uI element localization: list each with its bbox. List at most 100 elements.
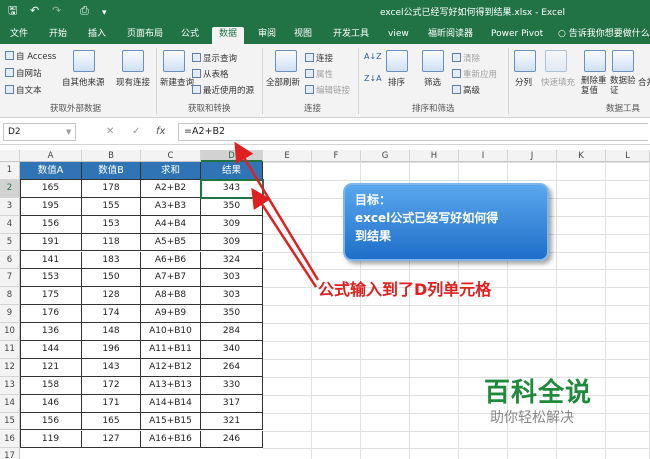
clear-button[interactable]: 清除 — [452, 52, 480, 64]
table-cell[interactable]: 144 — [20, 341, 82, 359]
table-cell[interactable]: A9+B9 — [141, 305, 201, 324]
table-cell[interactable]: 330 — [201, 376, 263, 395]
row-header[interactable]: 1 — [0, 162, 20, 180]
table-cell[interactable]: 155 — [82, 197, 141, 216]
table-cell[interactable]: 150 — [82, 269, 141, 288]
tab-insert[interactable]: 插入 — [88, 27, 106, 44]
tab-view[interactable]: 视图 — [294, 27, 312, 44]
from-text-button[interactable]: 自文本 — [5, 84, 42, 96]
table-header-cell[interactable]: 求和 — [141, 162, 201, 180]
column-header-a[interactable]: A — [20, 150, 82, 162]
redo-icon[interactable]: ↷ — [52, 4, 61, 18]
print-preview-icon[interactable]: ⎙ — [80, 4, 89, 18]
table-cell[interactable]: 165 — [20, 179, 82, 198]
row-header[interactable]: 2 — [0, 179, 20, 198]
save-icon[interactable]: 🖫 — [8, 4, 17, 18]
table-cell[interactable]: A11+B11 — [141, 341, 201, 359]
row-header[interactable]: 3 — [0, 197, 20, 216]
table-cell[interactable]: 158 — [20, 376, 82, 395]
sort-za-icon[interactable]: Z↓A — [364, 74, 382, 83]
from-access-button[interactable]: 自 Access — [5, 50, 56, 62]
edit-links-button[interactable]: 编辑链接 — [305, 84, 350, 96]
row-header[interactable]: 7 — [0, 269, 20, 288]
text-to-columns-button[interactable]: 分列 — [515, 76, 532, 88]
table-cell[interactable]: 317 — [201, 394, 263, 413]
table-cell[interactable]: 165 — [82, 412, 141, 431]
table-cell[interactable]: 264 — [201, 358, 263, 377]
row-header[interactable]: 8 — [0, 287, 20, 306]
consolidate-button[interactable]: 合并 — [638, 76, 650, 88]
tab-formulas[interactable]: 公式 — [181, 27, 199, 44]
table-cell[interactable]: 156 — [20, 215, 82, 234]
table-cell[interactable]: 146 — [20, 394, 82, 413]
row-header[interactable]: 16 — [0, 430, 20, 449]
table-cell[interactable]: A5+B5 — [141, 233, 201, 252]
column-header-h[interactable]: H — [410, 150, 459, 162]
column-header-j[interactable]: J — [508, 150, 557, 162]
sort-az-icon[interactable]: A↓Z — [364, 52, 382, 61]
column-header-f[interactable]: F — [312, 150, 361, 162]
table-cell[interactable]: A13+B13 — [141, 376, 201, 395]
undo-icon[interactable]: ↶ — [30, 4, 39, 18]
filter-button[interactable]: 筛选 — [424, 76, 441, 88]
row-header[interactable]: 14 — [0, 394, 20, 413]
tab-home[interactable]: 开始 — [49, 27, 67, 44]
table-cell[interactable]: A6+B6 — [141, 251, 201, 270]
column-header-d[interactable]: D — [201, 150, 263, 162]
table-cell[interactable]: 309 — [201, 215, 263, 234]
row-header[interactable]: 12 — [0, 358, 20, 377]
tab-tell-me[interactable]: ○ 告诉我你想要做什么 — [558, 27, 650, 44]
enter-check-icon[interactable]: ✓ — [132, 126, 140, 137]
column-header-g[interactable]: G — [361, 150, 410, 162]
table-header-cell[interactable]: 数值B — [82, 162, 141, 180]
table-cell[interactable]: 303 — [201, 287, 263, 306]
column-header-e[interactable]: E — [263, 150, 312, 162]
tab-page-layout[interactable]: 页面布局 — [127, 27, 163, 44]
table-cell[interactable]: A4+B4 — [141, 215, 201, 234]
table-cell[interactable]: 176 — [20, 305, 82, 324]
formula-input[interactable]: =A2+B2 — [178, 123, 648, 141]
select-all-corner[interactable] — [0, 150, 20, 162]
show-queries-button[interactable]: 显示查询 — [192, 52, 237, 64]
new-query-button[interactable]: 新建查询 — [160, 76, 194, 88]
table-cell[interactable]: 127 — [82, 430, 141, 449]
tab-developer[interactable]: 开发工具 — [333, 27, 369, 44]
tab-power-pivot[interactable]: Power Pivot — [491, 27, 543, 44]
row-header[interactable]: 9 — [0, 305, 20, 324]
table-cell[interactable]: 350 — [201, 305, 263, 324]
table-cell[interactable]: 309 — [201, 233, 263, 252]
table-cell[interactable]: 324 — [201, 251, 263, 270]
column-header-k[interactable]: K — [557, 150, 606, 162]
table-cell[interactable]: A16+B16 — [141, 430, 201, 449]
table-cell[interactable]: A14+B14 — [141, 394, 201, 413]
table-cell[interactable]: 118 — [82, 233, 141, 252]
table-cell[interactable]: 175 — [20, 287, 82, 306]
row-header[interactable]: 6 — [0, 251, 20, 270]
column-header-l[interactable]: L — [606, 150, 650, 162]
table-cell[interactable]: A7+B7 — [141, 269, 201, 288]
table-cell[interactable]: A10+B10 — [141, 323, 201, 341]
properties-button[interactable]: 属性 — [305, 68, 333, 80]
table-cell[interactable]: 195 — [20, 197, 82, 216]
selected-cell-d2[interactable] — [200, 178, 264, 199]
row-header[interactable]: 17 — [0, 448, 20, 459]
reapply-button[interactable]: 重新应用 — [452, 68, 497, 80]
table-cell[interactable]: 171 — [82, 394, 141, 413]
table-cell[interactable]: A3+B3 — [141, 197, 201, 216]
tab-data[interactable]: 数据 — [212, 27, 245, 44]
insert-function-icon[interactable]: fx — [156, 126, 165, 137]
column-header-i[interactable]: I — [459, 150, 508, 162]
row-header[interactable]: 11 — [0, 341, 20, 359]
table-cell[interactable]: 143 — [82, 358, 141, 377]
flash-fill-button[interactable]: 快速填充 — [541, 76, 575, 88]
sort-button[interactable]: 排序 — [388, 76, 405, 88]
table-cell[interactable]: 178 — [82, 179, 141, 198]
table-cell[interactable]: 284 — [201, 323, 263, 341]
table-cell[interactable]: 183 — [82, 251, 141, 270]
table-cell[interactable]: 350 — [201, 197, 263, 216]
table-cell[interactable]: 156 — [20, 412, 82, 431]
table-cell[interactable]: 141 — [20, 251, 82, 270]
tab-review[interactable]: 审阅 — [258, 27, 276, 44]
existing-connections-button[interactable]: 现有连接 — [116, 76, 150, 88]
connections-button[interactable]: 连接 — [305, 52, 333, 64]
